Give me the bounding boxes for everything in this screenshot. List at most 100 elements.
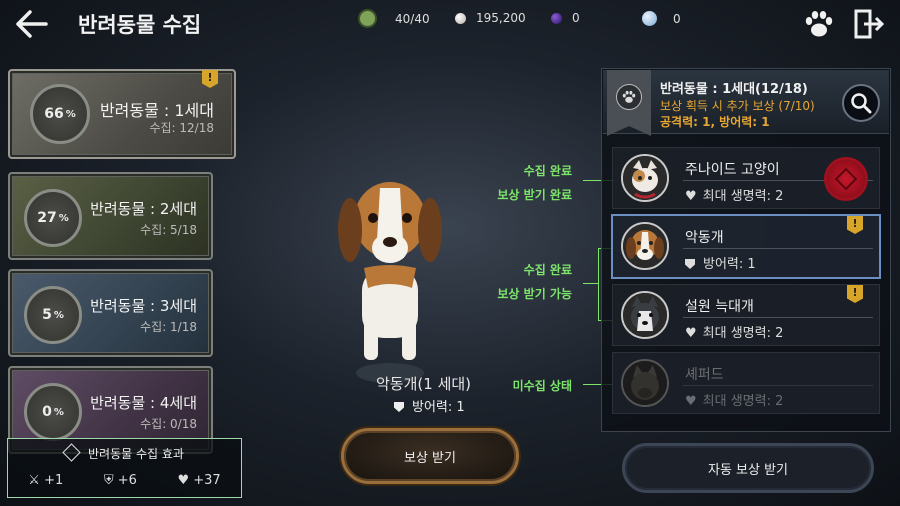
pet-row-cat[interactable]: 주나이드 고양이 ♥ 최대 생명력: 2 [612, 147, 880, 209]
percent-unit: % [53, 309, 64, 321]
pet-row-beagle[interactable]: 악동개 방어력: 1 ! [611, 214, 881, 279]
shield-icon [685, 259, 695, 269]
divider [683, 317, 873, 318]
blue-coin-icon [642, 11, 657, 26]
paw-icon [616, 84, 642, 110]
generation-card-1[interactable]: 66% 반려동물 : 1세대 수집: 12/18 ! [8, 69, 236, 159]
generation-name: 반려동물 : 2세대 [90, 200, 197, 218]
silver-value: 195,200 [476, 11, 526, 25]
pet-row-husky[interactable]: 설원 늑대개 ♥ 최대 생명력: 2 ! [612, 284, 880, 346]
energy-icon [360, 11, 375, 26]
generation-name: 반려동물 : 4세대 [90, 394, 197, 412]
annotation-reward-done: 보상 받기 완료 [497, 188, 572, 202]
progress-ring: 66% [30, 84, 90, 144]
generation-count: 수집: 5/18 [140, 223, 197, 237]
health-value: +37 [193, 473, 221, 488]
effect-diamond-icon [62, 443, 81, 462]
pet-name: 셰퍼드 [685, 367, 724, 383]
panel-stat: 공격력: 1, 방어력: 1 [660, 115, 770, 129]
effect-stats: ⚔ +1 ⛨ +6 ♥ +37 [8, 473, 241, 488]
effect-title: 반려동물 수집 효과 [8, 443, 241, 462]
heart-icon: ♥ [177, 473, 190, 488]
silver-coin-icon [455, 12, 466, 24]
pet-avatar-cat [621, 154, 669, 202]
blue-coin-value: 0 [673, 11, 681, 26]
selected-pet-stat-text: 방어력: 1 [412, 400, 465, 415]
health-stat: ♥ +37 [177, 473, 220, 488]
progress-ring: 0% [24, 383, 82, 441]
alert-badge-icon: ! [202, 70, 218, 88]
annotation-completed: 수집 완료 [523, 164, 572, 178]
percent-unit: % [53, 406, 64, 418]
pet-name: 주나이드 고양이 [685, 162, 780, 178]
defense-value: +6 [117, 473, 137, 488]
pet-avatar-shepherd [621, 359, 669, 407]
progress-percent: 27 [37, 210, 57, 226]
collection-effect-box[interactable]: 반려동물 수집 효과 ⚔ +1 ⛨ +6 ♥ +37 [7, 438, 242, 498]
progress-percent: 0 [42, 404, 52, 420]
progress-percent: 5 [42, 307, 52, 323]
heart-icon: ♥ [685, 394, 697, 409]
pet-stat: ♥ 최대 생명력: 2 [685, 322, 783, 341]
generation-count: 수집: 1/18 [140, 320, 197, 334]
attack-stat: ⚔ +1 [28, 473, 63, 488]
pet-stat: ♥ 최대 생명력: 2 [685, 390, 783, 409]
pet-stat-text: 방어력: 1 [703, 257, 756, 272]
reward-claimed-seal-icon [827, 160, 865, 198]
pet-stat: 방어력: 1 [685, 253, 756, 272]
annotation-line [583, 283, 599, 284]
pet-stat: ♥ 최대 생명력: 2 [685, 185, 783, 204]
generation-card-3[interactable]: 5% 반려동물 : 3세대 수집: 1/18 [8, 269, 213, 357]
percent-unit: % [58, 212, 69, 224]
energy-resource: 40/40 [360, 11, 430, 26]
pet-avatar-husky [621, 291, 669, 339]
top-bar: 반려동물 수집 40/40 195,200 0 0 [0, 0, 900, 48]
panel-bonus: 보상 획득 시 추가 보상 (7/10) [660, 99, 815, 113]
gem-value: 0 [572, 11, 580, 25]
search-icon[interactable] [842, 84, 880, 122]
annotation-reward-available: 보상 받기 가능 [497, 287, 572, 301]
pet-3d-model [328, 168, 452, 388]
annotation-bracket [598, 248, 599, 320]
purple-gem-icon [551, 12, 562, 24]
pet-name: 악동개 [685, 230, 724, 246]
progress-ring: 27% [24, 189, 82, 247]
shield-icon [394, 402, 404, 412]
heart-icon: ♥ [685, 189, 697, 204]
divider [683, 385, 873, 386]
auto-claim-button[interactable]: 자동 보상 받기 [622, 443, 874, 493]
progress-percent: 66 [44, 106, 64, 122]
energy-value: 40/40 [395, 11, 430, 26]
generation-name: 반려동물 : 1세대 [99, 101, 214, 120]
alert-badge-icon: ! [847, 285, 863, 303]
generation-count: 수집: 12/18 [149, 121, 214, 135]
paw-icon[interactable] [802, 8, 836, 40]
silver-resource: 195,200 [455, 11, 526, 25]
attack-value: +1 [44, 473, 64, 488]
generation-card-2[interactable]: 27% 반려동물 : 2세대 수집: 5/18 [8, 172, 213, 260]
pet-row-shepherd[interactable]: 셰퍼드 ♥ 최대 생명력: 2 [612, 352, 880, 414]
pet-stat-text: 최대 생명력: 2 [702, 394, 784, 409]
swords-icon: ⚔ [28, 473, 40, 488]
blue-coin-resource: 0 [642, 11, 681, 26]
effect-title-text: 반려동물 수집 효과 [88, 447, 184, 461]
heart-icon: ♥ [685, 326, 697, 341]
back-arrow-icon[interactable] [14, 8, 50, 40]
defense-stat: ⛨ +6 [104, 473, 137, 488]
generation-name: 반려동물 : 3세대 [90, 297, 197, 315]
selected-pet-stat: 방어력: 1 [394, 396, 465, 415]
panel-title: 반려동물 : 1세대(12/18) [660, 82, 808, 97]
page-title: 반려동물 수집 [78, 13, 202, 37]
progress-ring: 5% [24, 286, 82, 344]
exit-door-icon[interactable] [852, 8, 886, 40]
pet-avatar-beagle [621, 222, 669, 270]
percent-unit: % [65, 108, 76, 120]
annotation-completed-2: 수집 완료 [523, 263, 572, 277]
divider [683, 248, 873, 249]
annotation-not-collected: 미수집 상태 [512, 379, 572, 393]
shield-icon: ⛨ [103, 473, 114, 488]
gem-resource: 0 [551, 11, 580, 25]
alert-badge-icon: ! [847, 216, 863, 234]
generation-count: 수집: 0/18 [140, 417, 197, 431]
claim-reward-button[interactable]: 보상 받기 [341, 428, 519, 484]
